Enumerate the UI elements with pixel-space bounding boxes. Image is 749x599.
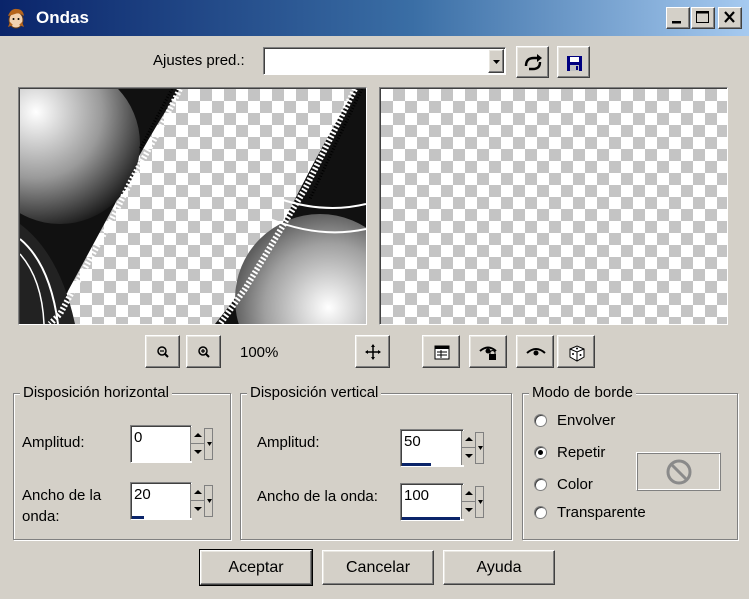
randomize-button[interactable]	[557, 335, 595, 368]
app-icon	[5, 6, 27, 30]
v-wavelength-spinner[interactable]	[461, 485, 476, 519]
radio-label-envolver: Envolver	[557, 412, 616, 429]
reset-icon	[524, 54, 542, 71]
radio-label-repetir: Repetir	[557, 444, 606, 461]
h-amplitude-up[interactable]	[191, 427, 205, 444]
edge-option-envolver[interactable]: Envolver	[533, 412, 673, 432]
eye-icon	[526, 348, 546, 356]
chevron-down-icon	[207, 499, 212, 503]
v-wavelength-up[interactable]	[462, 485, 476, 502]
h-amplitude-spinner[interactable]	[190, 427, 205, 461]
move-icon	[365, 344, 381, 360]
v-wavelength-label: Ancho de la onda:	[257, 488, 378, 505]
before-preview[interactable]	[0, 64, 405, 384]
preview-window-button[interactable]	[422, 335, 460, 368]
eye-lock-icon	[479, 346, 497, 360]
presets-label: Ajustes pred.:	[153, 52, 245, 69]
v-amplitude-up[interactable]	[462, 431, 476, 448]
save-preset-button[interactable]	[557, 46, 590, 78]
edge-option-transparente[interactable]: Transparente	[533, 504, 673, 524]
radio-label-transparente: Transparente	[557, 504, 646, 521]
horizontal-legend: Disposición horizontal	[20, 384, 172, 401]
h-amplitude-input[interactable]: 0	[130, 425, 192, 463]
h-wavelength-slider[interactable]	[132, 516, 144, 519]
v-amplitude-input[interactable]: 50	[400, 429, 464, 467]
auto-proof-button[interactable]	[469, 335, 507, 368]
v-wavelength-slider-toggle[interactable]	[475, 486, 484, 518]
before-preview-canvas	[0, 64, 405, 384]
zoom-out-button[interactable]	[145, 335, 180, 368]
h-wavelength-slider-toggle[interactable]	[204, 485, 213, 517]
dice-icon	[569, 345, 585, 362]
h-amplitude-label: Amplitud:	[22, 434, 85, 451]
v-amplitude-label: Amplitud:	[257, 434, 320, 451]
vertical-legend: Disposición vertical	[247, 384, 382, 401]
radio-color[interactable]	[534, 478, 547, 491]
h-wavelength-input[interactable]: 20	[130, 482, 192, 520]
minimize-button[interactable]	[666, 7, 690, 29]
chevron-down-icon	[478, 500, 483, 504]
zoom-out-icon	[157, 346, 169, 358]
v-amplitude-spinner[interactable]	[461, 431, 476, 465]
pan-button[interactable]	[355, 335, 390, 368]
v-wavelength-input[interactable]: 100	[400, 483, 464, 521]
maximize-button[interactable]	[691, 7, 715, 29]
edge-color-swatch	[636, 452, 721, 491]
h-wavelength-down[interactable]	[191, 501, 205, 518]
radio-selected-dot	[538, 450, 543, 455]
v-wavelength-down[interactable]	[462, 502, 476, 519]
v-amplitude-value: 50	[404, 433, 421, 450]
after-preview[interactable]	[379, 87, 728, 325]
reset-preset-button[interactable]	[516, 46, 549, 78]
h-wavelength-up[interactable]	[191, 484, 205, 501]
h-wavelength-value: 20	[134, 486, 151, 503]
v-wavelength-slider[interactable]	[402, 517, 460, 520]
preview-window-icon	[434, 345, 450, 360]
no-color-icon	[666, 459, 692, 485]
close-icon	[724, 11, 735, 23]
maximize-icon	[696, 11, 709, 23]
chevron-down-icon	[478, 446, 483, 450]
zoom-in-icon	[198, 346, 210, 358]
v-wavelength-value: 100	[404, 487, 430, 504]
h-wavelength-label-1: Ancho de la	[22, 487, 102, 504]
zoom-level: 100%	[240, 344, 279, 361]
proof-button[interactable]	[516, 335, 554, 368]
radio-repetir[interactable]	[534, 446, 547, 459]
minimize-icon	[672, 21, 681, 24]
radio-label-color: Color	[557, 476, 593, 493]
after-preview-canvas	[381, 89, 727, 324]
radio-transparente[interactable]	[534, 506, 547, 519]
chevron-down-icon	[207, 442, 212, 446]
radio-envolver[interactable]	[534, 414, 547, 427]
v-amplitude-slider[interactable]	[402, 463, 431, 466]
h-wavelength-label-2: onda:	[22, 508, 60, 525]
floppy-icon	[567, 56, 582, 71]
presets-dropdown-arrow[interactable]	[488, 49, 504, 73]
v-amplitude-down[interactable]	[462, 448, 476, 465]
zoom-in-button[interactable]	[186, 335, 221, 368]
v-amplitude-slider-toggle[interactable]	[475, 432, 484, 464]
h-amplitude-value: 0	[134, 429, 143, 446]
edge-mode-legend: Modo de borde	[529, 384, 636, 401]
cancel-button[interactable]: Cancelar	[322, 550, 434, 585]
waves-preview-image	[0, 64, 405, 384]
edge-option-repetir[interactable]: Repetir	[533, 444, 633, 464]
title-bar[interactable]: Ondas	[0, 0, 749, 36]
help-button[interactable]: Ayuda	[443, 550, 555, 585]
ok-button[interactable]: Aceptar	[199, 549, 313, 586]
window-title: Ondas	[36, 8, 89, 27]
h-amplitude-slider-toggle[interactable]	[204, 428, 213, 460]
h-wavelength-spinner[interactable]	[190, 484, 205, 518]
presets-dropdown[interactable]	[263, 47, 506, 75]
chevron-down-icon	[493, 60, 500, 64]
close-button[interactable]	[718, 7, 742, 29]
edge-option-color[interactable]: Color	[533, 476, 633, 496]
h-amplitude-down[interactable]	[191, 444, 205, 461]
